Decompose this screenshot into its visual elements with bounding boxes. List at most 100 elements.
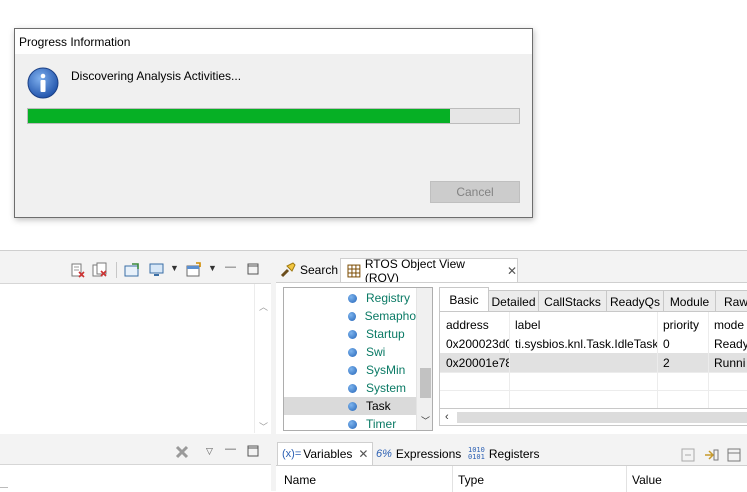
column-header-mode[interactable]: mode: [708, 314, 747, 336]
tab-label: Expressions: [395, 446, 462, 461]
variables-view: Name Type Value: [276, 465, 747, 492]
module-bullet-icon: [348, 419, 357, 429]
grid-icon: [347, 264, 361, 278]
close-icon[interactable]: ✕: [507, 264, 517, 278]
minimize-icon[interactable]: —: [225, 443, 236, 455]
tree-item-label: Registry: [366, 291, 411, 305]
tab-callstacks[interactable]: CallStacks: [538, 290, 607, 312]
maximize-icon[interactable]: [247, 445, 259, 457]
tree-item-semaphore[interactable]: Semapho: [284, 307, 416, 325]
collapse-all-icon[interactable]: [680, 447, 696, 463]
tree-item-startup[interactable]: Startup: [284, 325, 416, 343]
rov-tab-bar: Search RTOS Object View (ROV) ✕: [276, 257, 747, 285]
tab-variables[interactable]: (x)= Variables ✕: [277, 442, 373, 465]
pin-console-icon[interactable]: [124, 262, 140, 278]
tree-item-task[interactable]: Task: [284, 397, 416, 415]
maximize-icon[interactable]: [247, 263, 259, 275]
tab-label: Variables: [303, 447, 353, 461]
remove-all-terminated-icon[interactable]: [92, 262, 108, 278]
progress-bar-fill: [28, 109, 451, 123]
tree-scrollbar[interactable]: ﹀: [416, 288, 432, 430]
toolbar-separator: [116, 262, 117, 278]
rov-detail-tabs: Basic Detailed CallStacks ReadyQs Module…: [439, 287, 747, 312]
tab-readyqs[interactable]: ReadyQs: [606, 290, 664, 312]
tree-item-swi[interactable]: Swi: [284, 343, 416, 361]
chevron-down-icon[interactable]: ▼: [208, 263, 217, 273]
dialog-message: Discovering Analysis Activities...: [71, 69, 242, 83]
table-cell[interactable]: 0x20001e78: [440, 353, 509, 373]
scroll-down-icon[interactable]: ﹀: [421, 416, 430, 426]
table-horizontal-scrollbar[interactable]: ‹: [439, 409, 747, 426]
module-bullet-icon: [348, 383, 357, 393]
tree-item-timer[interactable]: Timer: [284, 415, 416, 431]
tree-item-label: Startup: [366, 327, 405, 341]
table-cell[interactable]: ti.sysbios.knl.Task.IdleTask: [509, 334, 657, 354]
table-cell[interactable]: 2: [657, 353, 708, 373]
close-icon[interactable]: ✕: [358, 447, 368, 461]
scrollbar-thumb[interactable]: [457, 412, 747, 423]
remove-all-breakpoints-icon[interactable]: [174, 444, 190, 460]
cancel-button[interactable]: Cancel: [430, 181, 520, 203]
tree-item-registry[interactable]: Registry: [284, 289, 416, 307]
remove-terminated-icon[interactable]: [70, 262, 86, 278]
open-console-icon[interactable]: [186, 262, 202, 278]
table-cell[interactable]: Ready: [708, 334, 747, 354]
tab-basic[interactable]: Basic: [439, 287, 489, 312]
dialog-titlebar[interactable]: Progress Information: [15, 29, 532, 54]
left-bottom-view-content: [0, 464, 271, 491]
tree-item-label: System: [366, 381, 407, 395]
left-view-scrollbar[interactable]: ︿ ﹀: [254, 284, 271, 433]
table-cell[interactable]: 0x200023d0: [440, 334, 509, 354]
scroll-up-icon[interactable]: ︿: [259, 302, 268, 312]
tree-item-sysmin[interactable]: SysMin: [284, 361, 416, 379]
tab-rtos-object-view[interactable]: RTOS Object View (ROV) ✕: [340, 257, 518, 285]
progress-bar: [27, 108, 520, 124]
dialog-title: Progress Information: [19, 35, 131, 49]
registers-icon: 1010 0101: [468, 445, 485, 461]
tab-registers[interactable]: 1010 0101 Registers: [468, 442, 540, 465]
module-bullet-icon: [348, 329, 357, 339]
table-cell[interactable]: Runni: [708, 353, 747, 373]
tree-item-label: Swi: [366, 345, 386, 359]
module-bullet-icon: [348, 347, 357, 357]
tab-label: Registers: [488, 446, 540, 461]
minimize-icon[interactable]: —: [225, 261, 236, 273]
chevron-down-icon[interactable]: ▼: [170, 263, 179, 273]
tree-item-system[interactable]: System: [284, 379, 416, 397]
scroll-left-icon[interactable]: ‹: [445, 412, 449, 423]
display-console-icon[interactable]: [149, 262, 165, 278]
rov-module-tree: Registry Semapho Startup Swi SysMin Syst…: [283, 287, 433, 431]
tree-item-label: Timer: [366, 417, 397, 431]
module-bullet-icon: [348, 365, 357, 375]
rov-detail-table: address label priority mode 0x200023d0 t…: [439, 311, 747, 409]
module-bullet-icon: [348, 401, 357, 411]
tab-search[interactable]: Search: [280, 258, 338, 282]
scroll-down-icon[interactable]: ﹀: [259, 422, 268, 432]
layout-icon[interactable]: [726, 447, 742, 463]
add-watch-icon[interactable]: [703, 447, 719, 463]
left-view-toolbar: ▼ ▼ —: [0, 258, 271, 282]
module-bullet-icon: [348, 293, 357, 303]
search-flashlight-icon: [280, 262, 296, 278]
column-header-label[interactable]: label: [509, 314, 657, 336]
column-header-value[interactable]: Value: [632, 473, 662, 487]
tree-item-label: Semapho: [364, 309, 416, 323]
workbench-divider: [0, 250, 747, 251]
column-header-name[interactable]: Name: [284, 473, 316, 487]
tab-module[interactable]: Module: [663, 290, 716, 312]
view-menu-icon[interactable]: ▽: [206, 446, 213, 457]
tab-detailed[interactable]: Detailed: [488, 290, 539, 312]
scrollbar-thumb[interactable]: [420, 368, 431, 398]
info-icon: [27, 67, 59, 99]
tree-item-label: Task: [366, 399, 391, 413]
table-cell[interactable]: 0: [657, 334, 708, 354]
tab-label: Search: [300, 263, 339, 277]
table-cell[interactable]: [509, 353, 657, 373]
tab-expressions[interactable]: 6% Expressions: [376, 442, 461, 465]
text-fragment: [0, 487, 8, 488]
column-header-type[interactable]: Type: [458, 473, 484, 487]
tab-raw[interactable]: Raw: [715, 290, 747, 312]
column-divider: [452, 466, 453, 492]
column-header-priority[interactable]: priority: [657, 314, 708, 336]
column-header-address[interactable]: address: [440, 314, 509, 336]
